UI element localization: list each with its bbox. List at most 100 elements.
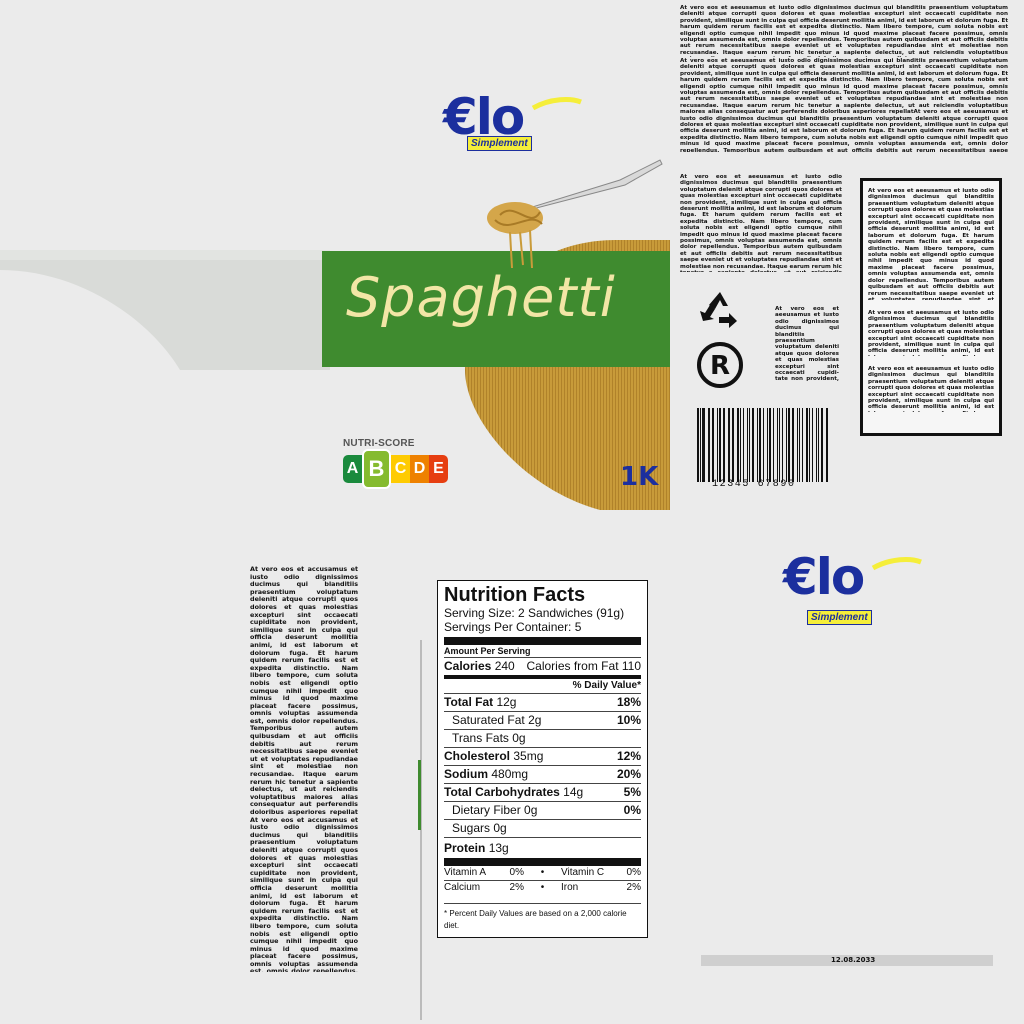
nutrient-amount: 0g bbox=[512, 731, 526, 745]
barcode-bar bbox=[707, 408, 709, 482]
barcode-bar bbox=[767, 408, 768, 482]
nutrient-label: Saturated Fat bbox=[452, 713, 525, 727]
barcode-bar bbox=[699, 408, 701, 482]
text-block-small: At vero eos et aeeusamus et iusto odio d… bbox=[775, 306, 839, 382]
barcode-bar bbox=[818, 408, 820, 482]
nutrient-rows: Total Fat 12g 18% Saturated Fat 2g 10% Trans… bbox=[444, 693, 641, 858]
barcode-bar bbox=[787, 408, 791, 482]
nutrient-amount: 14g bbox=[563, 785, 584, 799]
barcode-bar bbox=[786, 408, 787, 482]
nutrient-amount: 480mg bbox=[491, 767, 529, 781]
logo-swoosh bbox=[531, 97, 582, 111]
barcode-bar bbox=[747, 408, 749, 482]
barcode-bar bbox=[727, 408, 729, 482]
text-box-para-1: At vero eos et aeeusamus et iusto odio d… bbox=[868, 188, 994, 300]
barcode-bar bbox=[751, 408, 755, 482]
text-block-top-2: At vero eos et aeeusamus et iusto odio d… bbox=[680, 58, 1008, 152]
nutrition-footnote: * Percent Daily Values are based on a 2,… bbox=[444, 903, 641, 932]
nutrient-label: Trans Fats bbox=[452, 731, 509, 745]
fold-mark bbox=[418, 760, 421, 830]
nutriscore-d: D bbox=[410, 455, 429, 483]
bullet-separator: • bbox=[540, 882, 545, 893]
calories-value: 240 bbox=[494, 659, 515, 673]
barcode-bar bbox=[742, 408, 745, 482]
nutrient-row: Saturated Fat 2g 10% bbox=[444, 711, 641, 729]
barcode-bar bbox=[768, 408, 772, 482]
nutriscore-c: C bbox=[391, 455, 410, 483]
nutrition-title: Nutrition Facts bbox=[444, 584, 586, 606]
barcode-bar bbox=[809, 408, 811, 482]
barcode-bar bbox=[812, 408, 813, 482]
nutriscore-a: A bbox=[343, 455, 362, 483]
svg-text:R: R bbox=[710, 351, 730, 381]
barcode-bar bbox=[805, 408, 809, 482]
registered-trademark-icon: R bbox=[697, 342, 743, 388]
barcode-bar bbox=[821, 408, 823, 482]
nutrient-row: Total Carbohydrates 14g 5% bbox=[444, 783, 641, 801]
nutrient-row: Total Fat 12g 18% bbox=[444, 693, 641, 711]
calories-label: Calories bbox=[444, 659, 492, 673]
text-box-para-2: At vero eos et aeeusamus et iusto odio d… bbox=[868, 310, 994, 356]
nutrient-row: Cholesterol 35mg 12% bbox=[444, 747, 641, 765]
barcode-bar bbox=[739, 408, 741, 482]
barcode-bar bbox=[709, 408, 711, 482]
nutrient-amount: 0g bbox=[493, 821, 507, 835]
brand-tagline: Simplement bbox=[467, 136, 532, 151]
product-title: Spaghetti bbox=[346, 266, 616, 329]
nutrient-label: Cholesterol bbox=[444, 749, 511, 763]
nutrient-percent: 18% bbox=[616, 695, 641, 709]
barcode-bar bbox=[815, 408, 818, 482]
barcode-bar bbox=[712, 408, 714, 482]
barcode-bar bbox=[716, 408, 718, 482]
fold-line bbox=[420, 640, 422, 1020]
nutriscore-label: NUTRI-SCORE bbox=[343, 438, 415, 449]
text-column-left: At vero eos et accusamus et iusto odio d… bbox=[250, 566, 358, 972]
nutrient-row: Sugars 0g bbox=[444, 819, 641, 837]
barcode-bar bbox=[773, 408, 775, 482]
daily-value-header: % Daily Value* bbox=[572, 680, 641, 691]
text-box-frame: At vero eos et aeeusamus et iusto odio d… bbox=[860, 178, 1002, 436]
barcode-bar bbox=[722, 408, 725, 482]
barcode-bar bbox=[802, 408, 803, 482]
amount-per-serving: Amount Per Serving bbox=[444, 646, 531, 656]
brand-name-bottom: €lo bbox=[783, 548, 865, 606]
nutrient-label: Total Carbohydrates bbox=[444, 785, 560, 799]
fork-illustration bbox=[487, 159, 663, 269]
nutrient-label: Total Fat bbox=[444, 695, 494, 709]
nutrient-amount: 13g bbox=[488, 841, 509, 855]
nutriscore-e: E bbox=[429, 455, 448, 483]
logo-swoosh-bottom bbox=[871, 557, 922, 571]
nutrient-percent: 5% bbox=[623, 785, 641, 799]
nutrient-amount: 35mg bbox=[513, 749, 544, 763]
text-box-para-3: At vero eos et aeeusamus et iusto odio d… bbox=[868, 366, 994, 412]
nutrition-facts-panel: Nutrition Facts Serving Size: 2 Sandwich… bbox=[437, 580, 648, 938]
nutrient-amount: 0g bbox=[524, 803, 538, 817]
barcode-bar bbox=[732, 408, 734, 482]
barcode-bar bbox=[697, 408, 699, 482]
nutrient-row: Trans Fats 0g bbox=[444, 729, 641, 747]
vitamin-row: Calcium 2% • Iron 2% bbox=[444, 880, 641, 895]
nutrient-label: Sodium bbox=[444, 767, 488, 781]
nutrient-percent: 12% bbox=[616, 749, 641, 763]
barcode-bar bbox=[796, 408, 798, 482]
nutrient-row: Sodium 480mg 20% bbox=[444, 765, 641, 783]
recycle-icon bbox=[700, 292, 737, 328]
nutrient-row: Dietary Fiber 0g 0% bbox=[444, 801, 641, 819]
nutrient-percent: 10% bbox=[616, 713, 641, 727]
vitamin-b: Vitamin C bbox=[560, 867, 605, 878]
nutrient-percent: 20% bbox=[616, 767, 641, 781]
weight-label: 1K bbox=[620, 462, 659, 492]
barcode-bar bbox=[718, 408, 721, 482]
nutriscore-b: B bbox=[362, 449, 391, 489]
nutrient-row: Protein 13g bbox=[444, 837, 641, 858]
text-block-mid: At vero eos et aeeusamus et iusto odio d… bbox=[680, 174, 842, 272]
nutrient-amount: 12g bbox=[496, 695, 517, 709]
left-wave-panel bbox=[0, 250, 330, 370]
vitamin-b: Iron bbox=[560, 882, 579, 893]
vitamin-av: 2% bbox=[509, 882, 524, 893]
servings-per-container: Servings Per Container: 5 bbox=[444, 620, 582, 634]
barcode-bar bbox=[759, 408, 761, 482]
vitamin-rows: Vitamin A 0% • Vitamin C 0% Calcium 2% • Iron 2% bbox=[444, 866, 641, 895]
barcode-bar bbox=[736, 408, 739, 482]
brand-tagline-bottom: Simplement bbox=[807, 610, 872, 625]
